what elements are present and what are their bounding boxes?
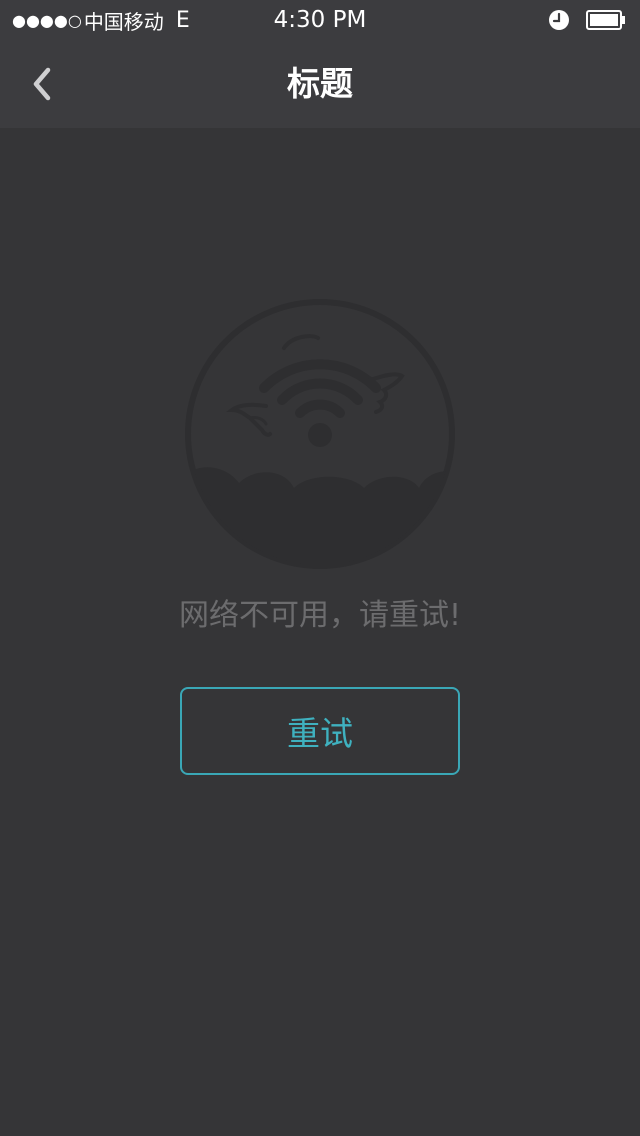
back-button[interactable]: [18, 60, 66, 108]
no-network-wifi-icon: [185, 299, 455, 569]
network-error-message: 网络不可用，请重试!: [178, 598, 462, 633]
retry-button[interactable]: 重试: [180, 687, 460, 775]
battery-icon: [586, 10, 625, 30]
chevron-left-icon: [33, 67, 51, 101]
page-title: 标题: [287, 64, 353, 103]
alarm-icon: [549, 10, 569, 30]
status-time: 4:30 PM: [273, 7, 367, 33]
status-right: [548, 8, 626, 32]
status-bar: ●●●●○ 中国移动 E 4:30 PM: [0, 0, 640, 40]
navigation-bar: 标题: [0, 40, 640, 128]
screen: ●●●●○ 中国移动 E 4:30 PM 标题 网络不可用，请重试! 重试: [0, 0, 640, 1136]
